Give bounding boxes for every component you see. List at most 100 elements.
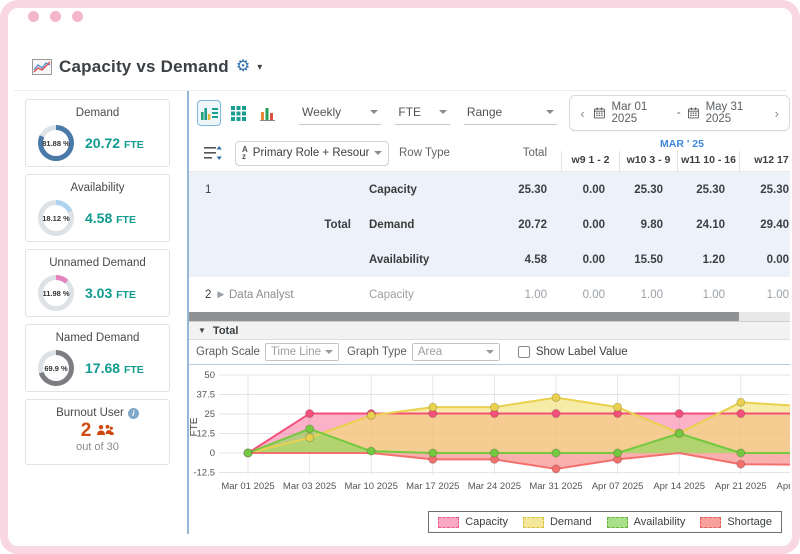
cell-week-value: 1.20 xyxy=(702,253,725,266)
table-chart-view-button[interactable] xyxy=(197,100,222,126)
data-point[interactable] xyxy=(736,459,746,469)
data-point[interactable] xyxy=(736,448,746,458)
legend-item-availability[interactable]: Availability xyxy=(606,516,685,528)
legend-item-shortage[interactable]: Shortage xyxy=(700,516,772,528)
data-point[interactable] xyxy=(366,446,376,456)
data-point[interactable] xyxy=(736,409,746,419)
table-header: Az Primary Role + Resource... Row Type T… xyxy=(189,135,790,172)
expand-caret-icon[interactable]: ▶ xyxy=(217,289,224,300)
data-point[interactable] xyxy=(366,410,376,420)
data-point[interactable] xyxy=(243,448,253,458)
data-point[interactable] xyxy=(613,448,623,458)
data-point[interactable] xyxy=(305,424,315,434)
data-point[interactable] xyxy=(674,409,684,419)
graph-type-select[interactable]: Area xyxy=(411,343,500,361)
capacity-table: Az Primary Role + Resource... Row Type T… xyxy=(189,135,790,312)
sort-filter-icon[interactable] xyxy=(204,145,222,161)
range-mode-select[interactable]: Range xyxy=(463,101,558,125)
date-from[interactable]: Mar 01 2025 xyxy=(612,101,670,125)
data-point[interactable] xyxy=(428,402,438,412)
week-column-header: w10 3 - 9 xyxy=(619,151,677,171)
cell-week-value: 25.30 xyxy=(696,183,725,196)
cell-week-value: 25.30 xyxy=(760,183,789,196)
window-control-dot[interactable] xyxy=(28,11,39,22)
data-point[interactable] xyxy=(489,402,499,412)
date-range-picker: ‹ Mar 01 2025 - May 31 2025 › xyxy=(569,95,790,131)
area-chart: 50 37.5 25 12.5 0 -12.5 FTE Mar 01 2025 Mar 03 2… xyxy=(189,365,790,507)
total-section-header[interactable]: ▼ Total xyxy=(189,321,790,340)
grouping-select[interactable]: Az Primary Role + Resource... xyxy=(235,140,389,166)
unit-select[interactable]: FTE xyxy=(395,101,450,125)
svg-text:37.5: 37.5 xyxy=(197,390,216,401)
cell-week-value: 0.00 xyxy=(582,288,605,301)
period-select[interactable]: Weekly xyxy=(299,101,382,125)
svg-text:Mar 01 2025: Mar 01 2025 xyxy=(221,481,274,492)
graph-scale-label: Graph Scale xyxy=(196,346,260,358)
cell-row-type: Capacity xyxy=(369,183,417,196)
collapse-caret-icon: ▼ xyxy=(198,326,206,335)
show-label-value-label: Show Label Value xyxy=(535,346,628,358)
bar-chart-view-button[interactable] xyxy=(256,100,280,126)
unit-select-value: FTE xyxy=(398,105,422,119)
cell-week-value: 29.40 xyxy=(760,218,789,231)
range-prev-button[interactable]: ‹ xyxy=(578,107,586,120)
data-point[interactable] xyxy=(305,433,315,443)
data-point[interactable] xyxy=(428,448,438,458)
metric-value: 4.58 FTE xyxy=(85,210,136,226)
group-name: Total xyxy=(324,218,351,231)
svg-text:FTE: FTE xyxy=(189,417,200,436)
donut-chart: 18.12 % xyxy=(37,199,75,237)
row-index: 2 ▶ xyxy=(205,288,225,301)
data-point[interactable] xyxy=(613,402,623,412)
show-label-value-checkbox[interactable] xyxy=(517,346,530,358)
cell-week-value: 0.00 xyxy=(766,253,789,266)
period-select-value: Weekly xyxy=(302,105,342,119)
data-point[interactable] xyxy=(551,393,561,403)
svg-text:0: 0 xyxy=(210,448,215,459)
legend-item-demand[interactable]: Demand xyxy=(522,516,592,528)
donut-percent-label: 11.98 % xyxy=(42,288,70,298)
grid-view-button[interactable] xyxy=(226,100,250,126)
chevron-down-icon xyxy=(324,350,333,354)
settings-caret-icon[interactable]: ▾ xyxy=(257,62,262,73)
legend-item-capacity[interactable]: Capacity xyxy=(438,516,508,528)
table-row[interactable]: 2 ▶ Data Analyst Capacity 1.00 0.00 1.00 1.00 1.… xyxy=(189,277,790,312)
data-point[interactable] xyxy=(736,397,746,407)
table-row[interactable]: 1 Capacity 25.30 0.00 25.30 25.30 25.30 xyxy=(189,172,790,207)
data-point[interactable] xyxy=(305,409,315,419)
capacity-demand-chart-icon xyxy=(32,59,52,75)
total-section-title: Total xyxy=(212,324,239,337)
legend-label: Capacity xyxy=(465,516,508,528)
metric-card-named-demand: Named Demand 69.9 % 17.68 FTE xyxy=(25,324,170,392)
graph-scale-select[interactable]: Time Line xyxy=(264,343,339,361)
range-next-button[interactable]: › xyxy=(773,107,781,120)
window-control-dot[interactable] xyxy=(50,11,61,22)
date-to[interactable]: May 31 2025 xyxy=(706,101,766,125)
data-point[interactable] xyxy=(674,429,684,438)
cell-total: 20.72 xyxy=(518,218,547,231)
cell-row-type: Demand xyxy=(369,218,415,231)
cell-row-type: Availability xyxy=(369,253,430,266)
cell-total: 25.30 xyxy=(518,183,547,196)
chevron-down-icon xyxy=(438,110,447,114)
settings-gear-icon[interactable]: ⚙ xyxy=(236,59,250,75)
table-row[interactable]: Availability 4.58 0.00 15.50 1.20 0.00 xyxy=(189,242,790,277)
cell-week-value: 1.00 xyxy=(766,288,789,301)
window-controls xyxy=(28,11,83,22)
cell-week-value: 1.00 xyxy=(702,288,725,301)
metric-value: 17.68 FTE xyxy=(85,360,144,376)
info-icon[interactable]: i xyxy=(127,407,139,419)
data-point[interactable] xyxy=(551,448,561,458)
table-row[interactable]: Total Demand 20.72 0.00 9.80 24.10 29.40 xyxy=(189,207,790,242)
chevron-down-icon xyxy=(485,350,494,354)
total-column-header: Total xyxy=(522,147,547,159)
cell-week-value: 0.00 xyxy=(582,183,605,196)
data-point[interactable] xyxy=(551,409,561,419)
data-point[interactable] xyxy=(489,448,499,458)
legend-swatch xyxy=(606,516,628,528)
data-point[interactable] xyxy=(551,464,561,474)
window-control-dot[interactable] xyxy=(72,11,83,22)
scrollbar-thumb[interactable] xyxy=(189,312,739,321)
main-panel: Weekly FTE Range ‹ Mar 01 2025 - May 31 … xyxy=(187,91,790,534)
metric-value: 20.72 FTE xyxy=(85,135,144,151)
